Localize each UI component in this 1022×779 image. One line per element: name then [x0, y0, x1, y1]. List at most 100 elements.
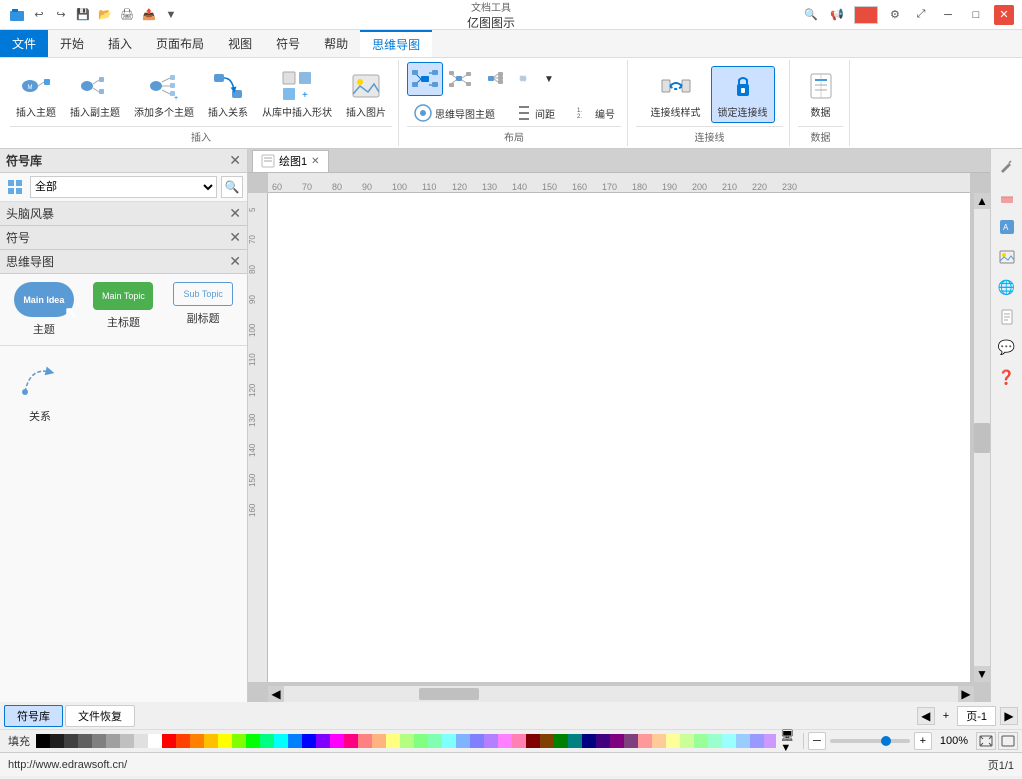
color-swatch[interactable] [470, 734, 484, 748]
color-picker[interactable] [854, 6, 878, 24]
category-symbol[interactable]: 符号 ✕ [0, 226, 247, 250]
color-swatch[interactable] [484, 734, 498, 748]
redo-btn[interactable]: ↪ [52, 6, 70, 24]
more-btn[interactable]: ▼ [162, 6, 180, 24]
minimize-btn[interactable]: ─ [938, 5, 958, 25]
scroll-down-btn[interactable]: ▼ [974, 666, 990, 682]
color-swatch[interactable] [456, 734, 470, 748]
color-swatch[interactable] [260, 734, 274, 748]
color-swatch[interactable] [764, 734, 776, 748]
right-tool-help[interactable]: ❓ [993, 363, 1021, 391]
category-mindmap-close[interactable]: ✕ [229, 253, 241, 270]
canvas-main[interactable] [268, 193, 970, 682]
spacing-btn[interactable]: 间距 [509, 100, 561, 126]
color-swatch[interactable] [596, 734, 610, 748]
scroll-left-btn[interactable]: ◀ [268, 686, 284, 702]
numbering-btn[interactable]: 1. 2. 编号 [569, 100, 621, 126]
color-swatch[interactable] [610, 734, 624, 748]
menu-insert[interactable]: 插入 [96, 30, 144, 57]
insert-relation-btn[interactable]: 插入关系 [202, 67, 254, 122]
page-prev-btn[interactable]: ◀ [917, 707, 935, 725]
right-tool-color[interactable]: A [993, 213, 1021, 241]
connector-style-btn[interactable]: 连接线样式 [645, 67, 707, 122]
color-swatch[interactable] [120, 734, 134, 748]
canvas-wrapper[interactable]: 60 70 80 90 100 110 120 130 140 150 160 … [248, 173, 990, 702]
menu-home[interactable]: 开始 [48, 30, 96, 57]
color-swatch[interactable] [428, 734, 442, 748]
symbol-main-topic[interactable]: Main Topic 主标题 [88, 282, 160, 337]
color-swatch[interactable] [246, 734, 260, 748]
layout-mindmap-btn[interactable] [407, 62, 443, 96]
color-swatch[interactable] [316, 734, 330, 748]
menu-mindmap[interactable]: 思维导图 [360, 30, 432, 57]
symbol-sub-topic[interactable]: Sub Topic 副标题 [167, 282, 239, 337]
color-swatch[interactable] [568, 734, 582, 748]
color-swatch[interactable] [372, 734, 386, 748]
canvas-tab-close-btn[interactable]: ✕ [311, 156, 319, 167]
settings-icon[interactable]: ⚙ [886, 6, 904, 24]
add-page-btn[interactable]: + [939, 710, 953, 722]
layout4-btn[interactable] [509, 62, 539, 96]
canvas-tab-drawing[interactable]: 绘图1 ✕ [252, 150, 329, 172]
color-swatch[interactable] [400, 734, 414, 748]
scroll-right-btn[interactable]: ▶ [958, 686, 974, 702]
menu-symbol[interactable]: 符号 [264, 30, 312, 57]
data-btn[interactable]: 数据 [798, 67, 843, 122]
search-icon-tb[interactable]: 🔍 [802, 6, 820, 24]
add-multi-btn[interactable]: + 添加多个主题 [128, 67, 200, 122]
color-swatch[interactable] [498, 734, 512, 748]
main-topic-shape[interactable]: Main Topic [93, 282, 153, 310]
color-swatch[interactable] [344, 734, 358, 748]
print-btn[interactable]: 🖨 [118, 6, 136, 24]
color-swatch[interactable] [414, 734, 428, 748]
layout3-btn[interactable] [477, 62, 507, 96]
scrollbar-right[interactable]: ▲ ▼ [974, 193, 990, 682]
color-swatch[interactable] [624, 734, 638, 748]
scroll-thumb-v[interactable] [974, 423, 990, 453]
category-symbol-close[interactable]: ✕ [229, 229, 241, 246]
scrollbar-bottom[interactable]: ◀ ▶ [268, 686, 974, 702]
color-swatch[interactable] [288, 734, 302, 748]
sidebar-category-select[interactable]: 全部 [30, 176, 217, 198]
category-brainstorm[interactable]: 头脑风暴 ✕ [0, 202, 247, 226]
color-swatch[interactable] [526, 734, 540, 748]
undo-btn[interactable]: ↩ [30, 6, 48, 24]
main-idea-shape[interactable]: Main Idea ↖ [14, 282, 74, 317]
color-swatch[interactable] [302, 734, 316, 748]
lock-connector-btn[interactable]: 锁定连接线 [711, 66, 775, 123]
bottom-tab-recovery[interactable]: 文件恢复 [65, 705, 135, 727]
color-swatch[interactable] [50, 734, 64, 748]
color-swatch[interactable] [330, 734, 344, 748]
mindmap-theme-btn[interactable]: 思维导图主题 [407, 100, 501, 126]
color-swatch[interactable] [162, 734, 176, 748]
right-tool-image[interactable] [993, 243, 1021, 271]
maximize-btn[interactable]: □ [966, 5, 986, 25]
insert-sub-topic-btn[interactable]: 插入副主题 [64, 67, 126, 122]
right-tool-doc[interactable] [993, 303, 1021, 331]
color-swatch[interactable] [218, 734, 232, 748]
fullscreen-btn[interactable] [998, 732, 1018, 750]
page-next-btn[interactable]: ▶ [1000, 707, 1018, 725]
relation-item[interactable]: 关系 [0, 346, 80, 432]
right-tool-eraser[interactable] [993, 183, 1021, 211]
color-swatch[interactable] [694, 734, 708, 748]
color-swatch[interactable] [722, 734, 736, 748]
sidebar-grid-btn[interactable] [4, 176, 26, 198]
menu-layout[interactable]: 页面布局 [144, 30, 216, 57]
color-swatch[interactable] [666, 734, 680, 748]
zoom-in-btn[interactable]: + [914, 732, 932, 750]
scroll-thumb-h[interactable] [419, 688, 479, 700]
right-tool-web[interactable]: 🌐 [993, 273, 1021, 301]
sub-topic-shape[interactable]: Sub Topic [173, 282, 233, 306]
color-swatch[interactable] [736, 734, 750, 748]
zoom-out-btn[interactable]: ─ [808, 732, 826, 750]
color-swatch[interactable] [92, 734, 106, 748]
scroll-up-btn[interactable]: ▲ [974, 193, 990, 209]
save-btn[interactable]: 💾 [74, 6, 92, 24]
layout2-btn[interactable] [445, 62, 475, 96]
color-swatch[interactable] [582, 734, 596, 748]
zoom-slider[interactable] [830, 739, 910, 743]
menu-help[interactable]: 帮助 [312, 30, 360, 57]
color-swatch[interactable] [64, 734, 78, 748]
color-swatch[interactable] [274, 734, 288, 748]
